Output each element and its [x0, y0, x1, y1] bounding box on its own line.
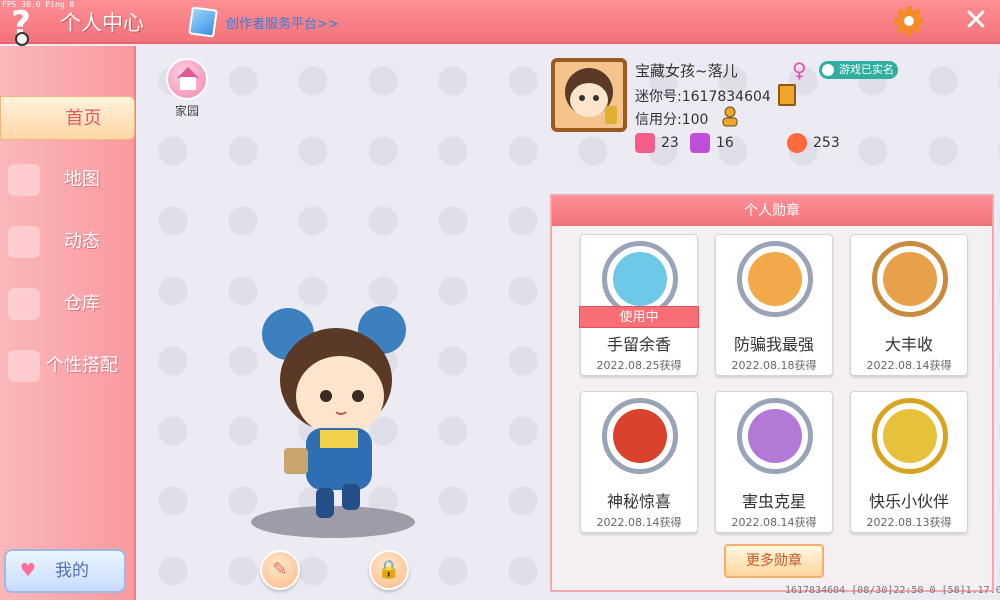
badge-card[interactable]: 防骗我最强 2022.08.18获得	[715, 234, 833, 376]
medal-icon	[872, 398, 948, 474]
lock-icon: 🔒	[377, 559, 401, 580]
badge-name: 快乐小伙伴	[868, 492, 949, 511]
badge-card[interactable]: 神秘惊喜 2022.08.14获得	[580, 391, 698, 533]
house-icon	[166, 58, 208, 100]
more-badges-button[interactable]: 更多勋章	[724, 544, 824, 578]
badge-date: 2022.08.13获得	[866, 516, 952, 529]
badge-panel-title: 个人勋章	[552, 196, 992, 226]
nickname: 宝藏女孩~落儿	[635, 62, 738, 80]
sidebar-item-storage[interactable]: 仓库	[0, 282, 132, 326]
page-title: 个人中心	[60, 11, 144, 35]
stat-flag: 23	[635, 132, 679, 154]
sidebar-item-label: 仓库	[64, 293, 100, 314]
stat-value: 253	[813, 135, 840, 151]
medal-icon	[737, 398, 813, 474]
sidebar-item-home[interactable]: 首页	[0, 96, 135, 140]
verified-badge: 游戏已实名	[819, 61, 898, 79]
medal-icon	[602, 398, 678, 474]
close-icon[interactable]: ✕	[962, 6, 990, 36]
home-label: 家园	[174, 104, 199, 118]
badge-name: 害虫克星	[741, 492, 806, 511]
badge-card[interactable]: 快乐小伙伴 2022.08.13获得	[850, 391, 968, 533]
stat-trophy: 16	[690, 132, 734, 154]
badge-date: 2022.08.14获得	[596, 516, 682, 529]
badge-card[interactable]: 大丰收 2022.08.14获得	[850, 234, 968, 376]
badge-card[interactable]: 使用中 手留余香 2022.08.25获得	[579, 234, 699, 376]
badge-date: 2022.08.14获得	[866, 359, 952, 372]
badge-panel: 个人勋章 使用中 手留余香 2022.08.25获得 防骗我最强 2022.08…	[550, 194, 994, 592]
avatar-face-icon	[565, 68, 617, 124]
stat-value: 23	[661, 135, 679, 151]
profile-avatar[interactable]	[551, 58, 627, 132]
sidebar: 首页 地图 动态 仓库 个性搭配 ♥ 我的	[0, 46, 136, 600]
badge-date: 2022.08.25获得	[596, 359, 682, 372]
box-icon	[8, 288, 40, 320]
sidebar-item-label: 动态	[64, 231, 100, 252]
stat-flame: 253	[787, 132, 840, 154]
badge-name: 手留余香	[606, 335, 671, 354]
in-use-tag: 使用中	[579, 306, 699, 328]
edit-button[interactable]: ✎	[260, 550, 300, 590]
flag-icon	[635, 133, 655, 153]
medal-icon	[737, 241, 813, 317]
flame-icon	[787, 133, 807, 153]
person-icon[interactable]	[720, 106, 742, 128]
lock-button[interactable]: 🔒	[369, 550, 409, 590]
copy-icon[interactable]	[778, 84, 796, 106]
top-bar: FPS 30.0 Ping 0 ? 个人中心 创作者服务平台>> ✕	[0, 0, 1000, 46]
sidebar-item-label: 地图	[64, 169, 100, 190]
sidebar-item-feed[interactable]: 动态	[0, 220, 132, 264]
footer-status: 1617834604 [08/30]22:50 0 [58]1.17.0	[785, 585, 1000, 596]
home-button[interactable]: 家园	[164, 58, 210, 118]
badge-card[interactable]: 害虫克星 2022.08.14获得	[715, 391, 833, 533]
medal-icon	[872, 241, 948, 317]
character-avatar[interactable]	[250, 300, 420, 550]
wardrobe-icon	[8, 350, 40, 382]
pencil-icon: ✎	[272, 559, 288, 580]
mine-button-label: 我的	[55, 561, 89, 581]
badge-date: 2022.08.14获得	[731, 516, 817, 529]
heart-icon: ♥	[19, 560, 37, 581]
bell-icon	[8, 226, 40, 258]
badge-name: 神秘惊喜	[606, 492, 671, 511]
sidebar-item-label: 首页	[65, 108, 102, 129]
badge-date: 2022.08.18获得	[731, 359, 817, 372]
sidebar-item-map[interactable]: 地图	[0, 158, 132, 202]
sidebar-item-label: 个性搭配	[46, 355, 118, 376]
badge-name: 防骗我最强	[733, 335, 814, 354]
mini-id: 迷你号:1617834604	[635, 89, 771, 105]
trophy-icon	[690, 133, 710, 153]
mine-button[interactable]: ♥ 我的	[4, 549, 126, 593]
creator-platform-link[interactable]: 创作者服务平台>>	[226, 13, 339, 32]
sidebar-item-outfit[interactable]: 个性搭配	[0, 344, 132, 388]
female-icon: ♀	[792, 58, 807, 82]
cube-icon[interactable]	[188, 6, 218, 38]
map-icon	[8, 164, 40, 196]
gear-icon[interactable]	[893, 5, 925, 37]
stat-value: 16	[716, 135, 734, 151]
credit-score: 信用分:100	[635, 112, 709, 128]
badge-name: 大丰收	[884, 335, 933, 354]
help-icon[interactable]: ?	[6, 6, 36, 46]
